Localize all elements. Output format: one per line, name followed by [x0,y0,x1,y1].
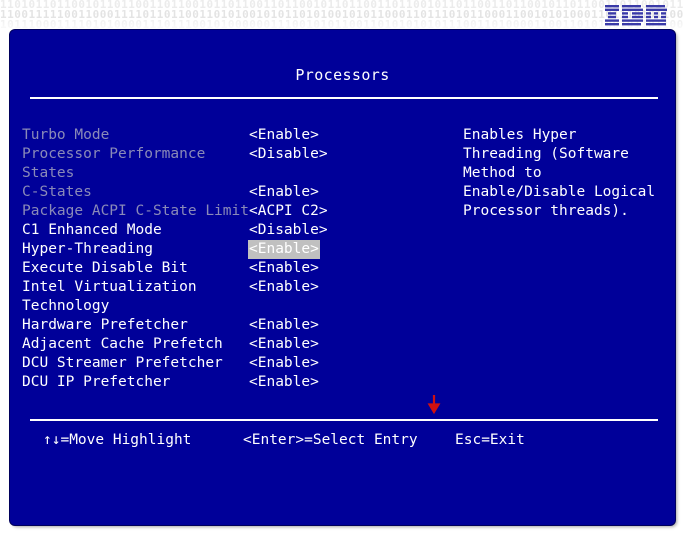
setting-value[interactable]: <Enable> [248,259,320,278]
hint-select-entry: <Enter>=Select Entry [243,432,418,448]
footer-key-hints: ↑↓=Move Highlight <Enter>=Select Entry E… [30,430,658,450]
ibm-logo [605,5,667,26]
help-text-panel: Enables Hyper Threading (Software Method t… [463,126,663,221]
setting-row: Technology [22,297,452,316]
setting-row[interactable]: C1 Enhanced Mode <Disable> [22,221,452,240]
setting-label: Intel Virtualization [22,279,197,295]
hint-move-highlight: ↑↓=Move Highlight [43,432,192,448]
footer-separator [30,419,658,421]
setting-value[interactable]: <Enable> [248,316,320,335]
setting-label: Processor Performance [22,146,206,162]
help-text-line: Processor threads). [463,203,629,219]
help-text-line: Method to [463,165,542,181]
page-title: Processors [295,66,390,84]
setting-value[interactable]: <Enable> [248,183,320,202]
settings-list: Turbo Mode <Enable> Processor Performance <… [22,126,452,392]
help-text-line: Enable/Disable Logical [463,184,656,200]
setting-row[interactable]: Hyper-Threading <Enable> [22,240,452,259]
hint-exit: Esc=Exit [455,432,525,448]
setting-label: DCU IP Prefetcher [22,374,171,390]
scroll-down-arrow-icon [427,395,441,415]
help-text-line: Enables Hyper [463,127,577,143]
setting-row[interactable]: DCU Streamer Prefetcher <Enable> [22,354,452,373]
setting-label: Technology [22,298,110,314]
setting-label: Execute Disable Bit [22,260,188,276]
setting-row[interactable]: Package ACPI C-State Limit <ACPI C2> [22,202,452,221]
setting-label: States [22,165,75,181]
setting-row[interactable]: Execute Disable Bit <Enable> [22,259,452,278]
setting-row: States [22,164,452,183]
setting-label: Hardware Prefetcher [22,317,188,333]
setting-value[interactable]: <Enable> [248,335,320,354]
setting-row[interactable]: Turbo Mode <Enable> [22,126,452,145]
setting-row[interactable]: Processor Performance <Disable> [22,145,452,164]
title-separator [30,97,658,99]
setting-row[interactable]: Intel Virtualization <Enable> [22,278,452,297]
setting-label: DCU Streamer Prefetcher [22,355,223,371]
setting-row[interactable]: DCU IP Prefetcher <Enable> [22,373,452,392]
binary-pattern-row: 1011100011110101000011101110010100000011… [0,18,683,30]
setting-value[interactable]: <Enable> [248,354,320,373]
help-text-line: Threading (Software [463,146,629,162]
setting-value-selected[interactable]: <Enable> [248,240,320,259]
setting-value[interactable]: <Enable> [248,278,320,297]
setting-label: Adjacent Cache Prefetch [22,336,223,352]
setting-label: C1 Enhanced Mode [22,222,162,238]
setting-row[interactable]: C-States <Enable> [22,183,452,202]
setting-value[interactable]: <Enable> [248,373,320,392]
setting-row[interactable]: Adjacent Cache Prefetch <Enable> [22,335,452,354]
top-banner: 1101011011001011011001101100101101100110… [0,0,683,30]
bios-setup-panel: Processors Turbo Mode <Enable> Processor P… [10,30,675,525]
setting-value[interactable]: <Enable> [248,126,320,145]
setting-value[interactable]: <Disable> [248,145,329,164]
setting-label: C-States [22,184,92,200]
setting-label: Turbo Mode [22,127,110,143]
setting-label: Package ACPI C-State Limit [22,203,249,219]
setting-label: Hyper-Threading [22,241,153,257]
setting-row[interactable]: Hardware Prefetcher <Enable> [22,316,452,335]
setting-value[interactable]: <ACPI C2> [248,202,329,221]
setting-value[interactable]: <Disable> [248,221,329,240]
